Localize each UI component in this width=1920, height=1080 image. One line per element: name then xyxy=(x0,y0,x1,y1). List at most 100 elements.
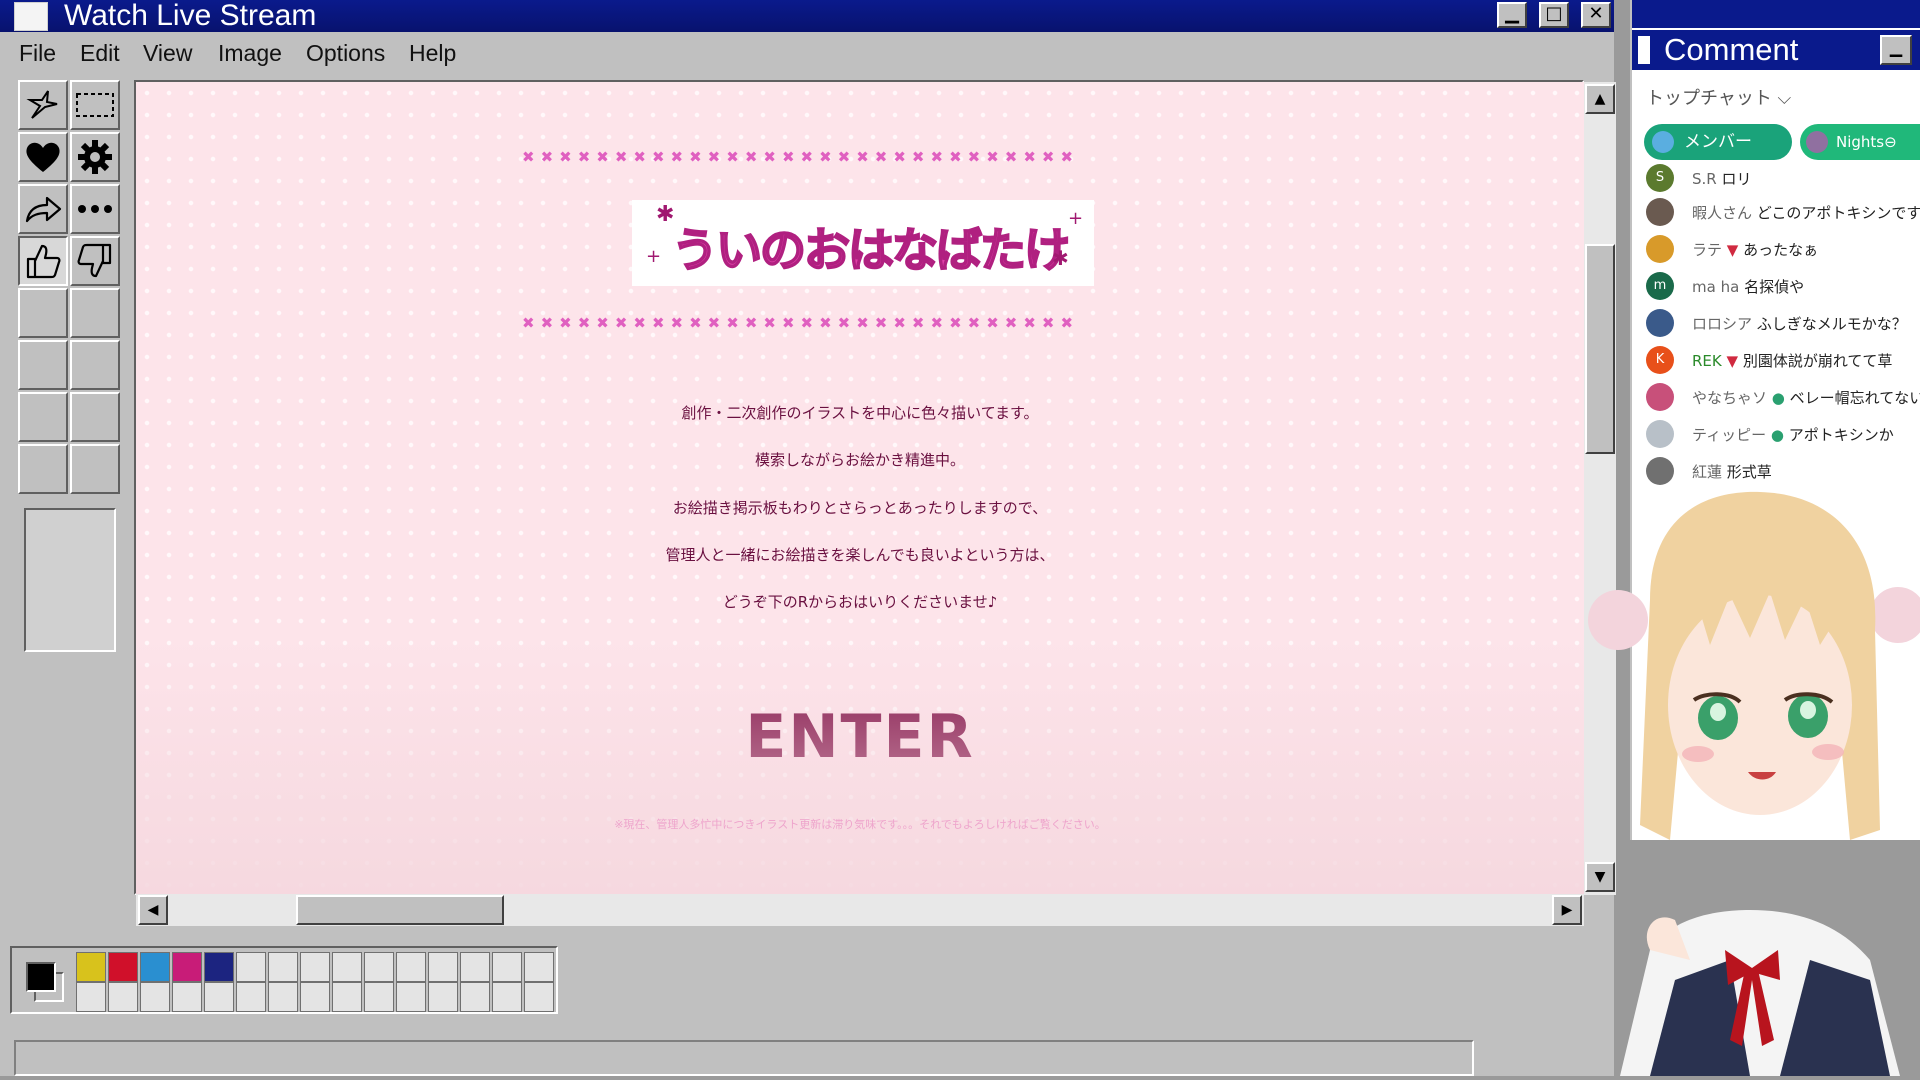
color-swatch-empty[interactable] xyxy=(76,982,106,1012)
title-bar[interactable]: Watch Live Stream ▁ □ ✕ xyxy=(0,0,1614,32)
color-swatch-empty[interactable] xyxy=(236,982,266,1012)
chat-message[interactable]: ロロシア ふしぎなメルモかな？ xyxy=(1646,309,1920,337)
color-swatch-empty[interactable] xyxy=(300,982,330,1012)
paint-window: Watch Live Stream ▁ □ ✕ File Edit View I… xyxy=(0,0,1616,1076)
thumbs-up-icon[interactable] xyxy=(18,236,68,286)
menu-view[interactable]: View xyxy=(143,40,192,67)
member-chip[interactable]: メンバー xyxy=(1644,124,1792,160)
color-swatch-blue[interactable] xyxy=(140,952,170,982)
color-swatch-empty[interactable] xyxy=(332,982,362,1012)
color-swatch-empty[interactable] xyxy=(428,982,458,1012)
color-swatch-empty[interactable] xyxy=(364,982,394,1012)
thumbs-down-icon[interactable] xyxy=(70,236,120,286)
color-swatch-empty[interactable] xyxy=(428,952,458,982)
color-swatch-empty[interactable] xyxy=(172,982,202,1012)
heart-icon[interactable] xyxy=(18,132,68,182)
chat-message[interactable]: ティッピー ● アポトキシンか xyxy=(1646,420,1920,448)
chat-message[interactable]: K REK ▼ 別園体説が崩れてて草 xyxy=(1646,346,1920,374)
empty-tool[interactable] xyxy=(18,392,68,442)
nights-chip[interactable]: Nights⊖ xyxy=(1800,124,1920,160)
primary-color xyxy=(26,962,56,992)
more-icon[interactable] xyxy=(70,184,120,234)
avatar: m xyxy=(1646,272,1674,300)
author-name: ラテ ▼ あったなぁ xyxy=(1692,241,1819,259)
scroll-left-icon[interactable]: ◀ xyxy=(138,895,168,925)
minimize-button[interactable]: ▁ xyxy=(1497,2,1527,28)
chat-message[interactable]: m ma ha 名探偵や xyxy=(1646,272,1920,300)
empty-tool[interactable] xyxy=(18,444,68,494)
color-palette xyxy=(10,946,558,1014)
avatar xyxy=(1646,309,1674,337)
chat-message[interactable]: ラテ ▼ あったなぁ xyxy=(1646,235,1920,263)
color-swatch-empty[interactable] xyxy=(460,952,490,982)
color-swatch-empty[interactable] xyxy=(492,952,522,982)
color-swatch-empty[interactable] xyxy=(524,982,554,1012)
color-swatch-empty[interactable] xyxy=(524,952,554,982)
color-swatch-empty[interactable] xyxy=(396,982,426,1012)
canvas[interactable]: ✖✖✖✖✖✖✖✖✖✖✖✖✖✖✖✖✖✖✖✖✖✖✖✖✖✖✖✖✖✖ ういのおはなばたけ… xyxy=(136,82,1584,894)
menu-file[interactable]: File xyxy=(19,40,56,67)
author-name: ティッピー ● アポトキシンか xyxy=(1692,426,1894,444)
empty-tool[interactable] xyxy=(70,288,120,338)
empty-tool[interactable] xyxy=(70,392,120,442)
chat-filter-dropdown[interactable]: トップチャット ⌵ xyxy=(1646,84,1791,110)
share-icon[interactable] xyxy=(18,184,68,234)
empty-tool[interactable] xyxy=(70,444,120,494)
color-swatch-magenta[interactable] xyxy=(172,952,202,982)
author-name: 紅蓮 形式草 xyxy=(1692,463,1772,481)
color-swatch-navy[interactable] xyxy=(204,952,234,982)
author-name: S.R ロリ xyxy=(1692,170,1752,188)
color-swatch-empty[interactable] xyxy=(204,982,234,1012)
chat-message[interactable]: 暇人さん どこのアポトキシンです xyxy=(1646,198,1920,226)
ribbon-bottom: ✖✖✖✖✖✖✖✖✖✖✖✖✖✖✖✖✖✖✖✖✖✖✖✖✖✖✖✖✖✖ xyxy=(522,314,1080,330)
menu-edit[interactable]: Edit xyxy=(80,40,120,67)
color-swatch-empty[interactable] xyxy=(332,952,362,982)
chat-message[interactable]: やなちゃソ ● ベレー帽忘れてない xyxy=(1646,383,1920,411)
color-swatch-empty[interactable] xyxy=(460,982,490,1012)
empty-tool[interactable] xyxy=(18,288,68,338)
menu-help[interactable]: Help xyxy=(409,40,456,67)
window-title: Watch Live Stream xyxy=(64,0,317,32)
empty-tool[interactable] xyxy=(18,340,68,390)
menu-options[interactable]: Options xyxy=(306,40,385,67)
gear-icon[interactable] xyxy=(70,132,120,182)
intro-line: お絵描き掲示板もわりとさらっとあったりしますので、 xyxy=(672,499,1048,517)
rect-select-icon[interactable] xyxy=(70,80,120,130)
avatar xyxy=(1646,235,1674,263)
scroll-up-icon[interactable]: ▲ xyxy=(1585,84,1615,114)
color-swatch-red[interactable] xyxy=(108,952,138,982)
minimize-button[interactable]: ▁ xyxy=(1880,35,1912,65)
menu-image[interactable]: Image xyxy=(218,40,282,67)
empty-tool[interactable] xyxy=(70,340,120,390)
horizontal-scroll-thumb[interactable] xyxy=(296,895,504,925)
color-swatch-empty[interactable] xyxy=(364,952,394,982)
status-bar xyxy=(14,1040,1474,1076)
vertical-scroll-thumb[interactable] xyxy=(1585,244,1615,454)
author-name: ロロシア ふしぎなメルモかな？ xyxy=(1692,315,1907,333)
sparkle-icon: + xyxy=(646,246,662,267)
color-swatch-empty[interactable] xyxy=(140,982,170,1012)
color-swatch-empty[interactable] xyxy=(492,982,522,1012)
scroll-right-icon[interactable]: ▶ xyxy=(1552,895,1582,925)
color-swatch-empty[interactable] xyxy=(108,982,138,1012)
avatar: K xyxy=(1646,346,1674,374)
intro-line: 管理人と一緒にお絵描きを楽しんでも良いよという方は、 xyxy=(665,546,1055,564)
user-avatar-icon xyxy=(1806,131,1828,153)
member-chip-label: メンバー xyxy=(1684,132,1752,152)
color-swatch-yellow[interactable] xyxy=(76,952,106,982)
color-swatch-empty[interactable] xyxy=(268,982,298,1012)
color-swatch-empty[interactable] xyxy=(236,952,266,982)
comment-title-bar[interactable]: Comment ▁ xyxy=(1632,30,1920,70)
horizontal-scrollbar[interactable]: ◀ ▶ xyxy=(136,894,1584,926)
chat-message[interactable]: S S.R ロリ xyxy=(1646,164,1920,192)
menu-bar: File Edit View Image Options Help xyxy=(0,34,1614,74)
maximize-button[interactable]: □ xyxy=(1539,2,1569,28)
avatar xyxy=(1646,198,1674,226)
color-swatch-empty[interactable] xyxy=(300,952,330,982)
star-select-icon[interactable] xyxy=(18,80,68,130)
color-swatch-empty[interactable] xyxy=(396,952,426,982)
close-button[interactable]: ✕ xyxy=(1581,2,1611,28)
member-icon xyxy=(1652,131,1674,153)
enter-link[interactable]: ENTER xyxy=(136,702,1584,772)
color-swatch-empty[interactable] xyxy=(268,952,298,982)
